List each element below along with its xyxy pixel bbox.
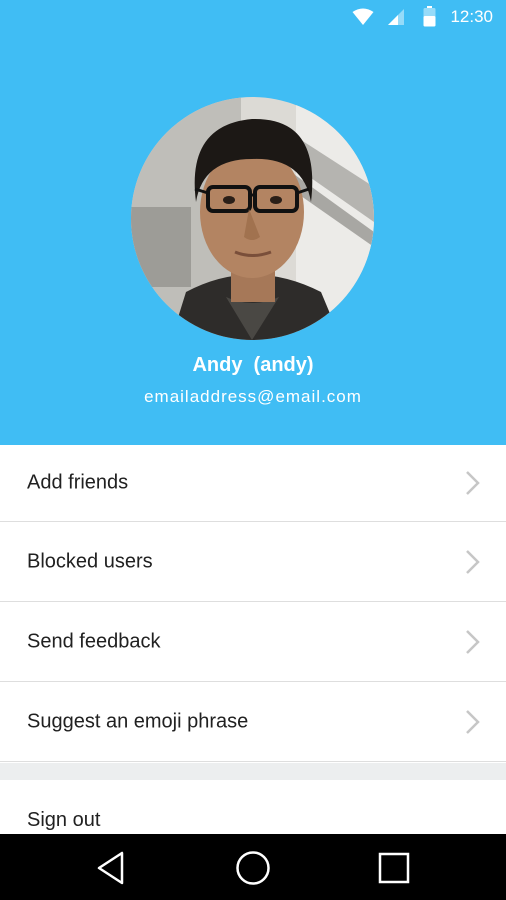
navigation-bar <box>0 834 506 900</box>
home-icon[interactable] <box>233 848 273 888</box>
profile-name: Andy (andy) <box>192 354 314 376</box>
chevron-right-icon <box>466 549 480 574</box>
wifi-icon <box>352 8 374 25</box>
chevron-right-icon <box>466 471 480 495</box>
suggest-emoji-phrase-item[interactable]: Suggest an emoji phrase <box>0 682 506 762</box>
back-icon[interactable] <box>93 848 133 888</box>
status-bar: 12:30 <box>0 0 506 34</box>
send-feedback-label: Send feedback <box>27 630 161 652</box>
avatar[interactable] <box>131 97 374 340</box>
sign-out-button[interactable]: Sign out <box>0 780 506 834</box>
add-friends-item[interactable]: Add friends <box>0 445 506 522</box>
sign-out-label: Sign out <box>27 809 101 831</box>
recents-icon[interactable] <box>374 848 414 888</box>
section-divider <box>0 763 506 780</box>
profile-email: emailaddress@email.com <box>144 387 362 406</box>
chevron-right-icon <box>466 709 480 734</box>
blocked-users-label: Blocked users <box>27 550 153 572</box>
add-friends-label: Add friends <box>27 471 129 494</box>
settings-menu: Add friends Blocked users Send feedback … <box>0 445 506 762</box>
cell-signal-icon <box>388 9 404 25</box>
send-feedback-item[interactable]: Send feedback <box>0 602 506 682</box>
chevron-right-icon <box>466 629 480 654</box>
suggest-emoji-phrase-label: Suggest an emoji phrase <box>27 710 249 732</box>
battery-icon <box>423 6 436 27</box>
blocked-users-item[interactable]: Blocked users <box>0 522 506 602</box>
status-time: 12:30 <box>450 7 493 26</box>
profile-header: 12:30 Andy (andy) emailaddress@email.com <box>0 0 506 445</box>
